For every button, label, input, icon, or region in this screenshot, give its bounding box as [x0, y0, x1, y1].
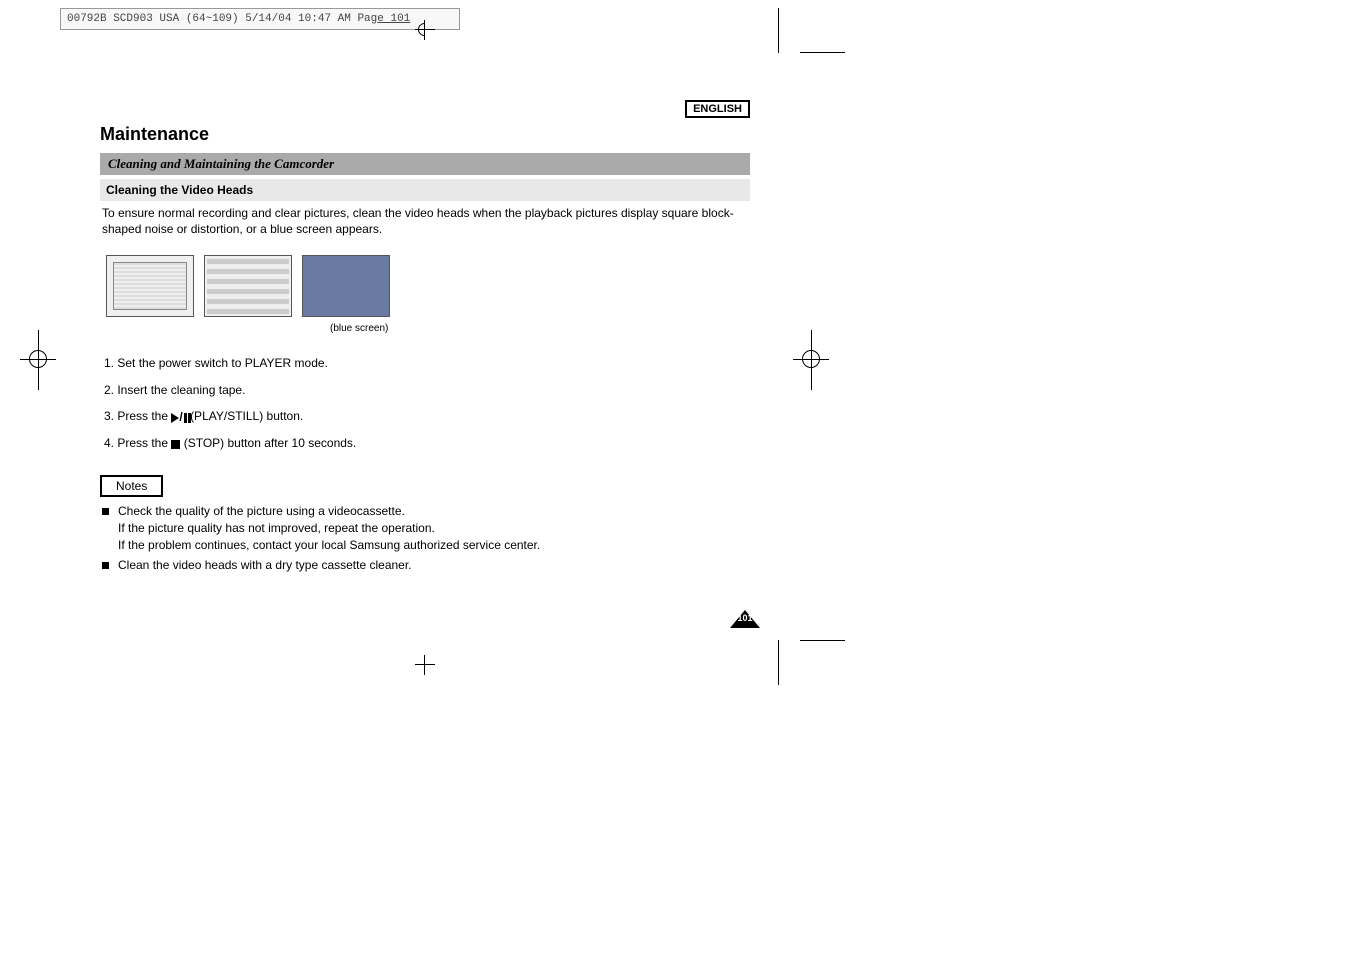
step-3: 3. Press the / (PLAY/STILL) button.: [104, 403, 750, 430]
page-content: ENGLISH Maintenance Cleaning and Maintai…: [100, 100, 750, 576]
crop-mark: [778, 640, 779, 685]
page-title: Maintenance: [100, 124, 750, 145]
print-slug-bar: 00792B SCD903 USA (64~109) 5/14/04 10:47…: [60, 8, 460, 30]
step-3-pre: 3. Press the: [104, 409, 171, 423]
crop-mark: [811, 330, 812, 390]
step-4: 4. Press the (STOP) button after 10 seco…: [104, 430, 750, 456]
example-image-blue-screen: [302, 255, 390, 317]
crop-mark: [793, 359, 829, 360]
example-image-noise: [204, 255, 292, 317]
language-badge: ENGLISH: [685, 100, 750, 118]
notes-label: Notes: [100, 475, 163, 497]
step-1: 1. Set the power switch to PLAYER mode.: [104, 350, 750, 376]
crop-mark: [20, 359, 56, 360]
crop-mark: [800, 640, 845, 641]
registration-mark: [415, 20, 435, 40]
example-images-row: [106, 255, 750, 317]
registration-mark: [415, 655, 435, 675]
crop-mark: [38, 330, 39, 390]
section-heading: Cleaning and Maintaining the Camcorder: [100, 153, 750, 175]
step-4-pre: 4. Press the: [104, 436, 171, 450]
note-item: Clean the video heads with a dry type ca…: [100, 557, 750, 574]
intro-paragraph: To ensure normal recording and clear pic…: [100, 201, 750, 241]
note-line: Check the quality of the picture using a…: [118, 503, 750, 520]
crop-mark: [778, 8, 779, 53]
steps-list: 1. Set the power switch to PLAYER mode. …: [104, 350, 750, 456]
slug-text-a: 00792B SCD903 USA (64~109) 5/14/04 10:47…: [67, 13, 377, 25]
blue-screen-caption: (blue screen): [330, 323, 750, 334]
stop-icon: [171, 440, 180, 449]
step-2: 2. Insert the cleaning tape.: [104, 377, 750, 403]
sub-heading: Cleaning the Video Heads: [100, 179, 750, 201]
slug-text-b: e 101: [377, 13, 410, 25]
crop-mark: [800, 52, 845, 53]
page-number-badge: 101: [730, 610, 760, 628]
page-number: 101: [730, 613, 760, 623]
step-4-post: (STOP) button after 10 seconds.: [184, 436, 357, 450]
note-line: If the problem continues, contact your l…: [118, 537, 750, 554]
example-image-normal: [106, 255, 194, 317]
play-still-icon: /: [171, 404, 186, 430]
notes-list: Check the quality of the picture using a…: [100, 503, 750, 575]
note-line: If the picture quality has not improved,…: [118, 520, 750, 537]
step-3-post: (PLAY/STILL) button.: [190, 409, 303, 423]
note-item: Check the quality of the picture using a…: [100, 503, 750, 555]
